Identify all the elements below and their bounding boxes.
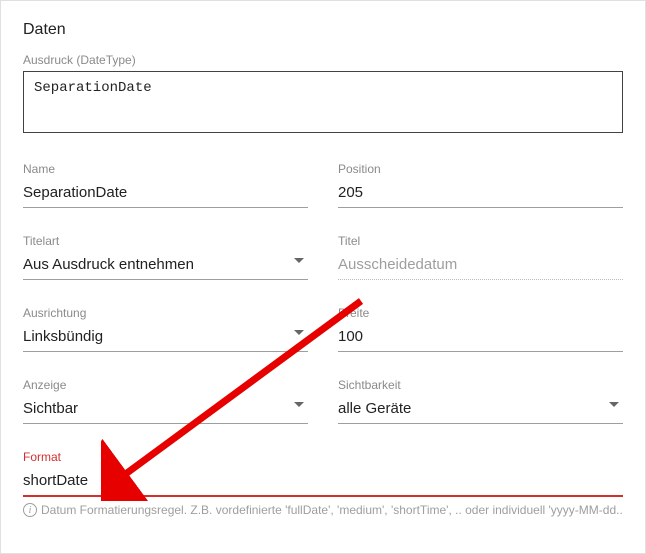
- expression-input[interactable]: [23, 71, 623, 133]
- breite-label: Breite: [338, 306, 623, 320]
- chevron-down-icon: [609, 402, 619, 407]
- format-input[interactable]: [23, 468, 623, 497]
- titel-input: [338, 252, 623, 280]
- ausrichtung-label: Ausrichtung: [23, 306, 308, 320]
- format-helper: i Datum Formatierungsregel. Z.B. vordefi…: [23, 503, 623, 517]
- anzeige-value: Sichtbar: [23, 396, 308, 424]
- titel-label: Titel: [338, 234, 623, 248]
- name-label: Name: [23, 162, 308, 176]
- sichtbarkeit-value: alle Geräte: [338, 396, 623, 424]
- name-input[interactable]: [23, 180, 308, 208]
- position-label: Position: [338, 162, 623, 176]
- chevron-down-icon: [294, 402, 304, 407]
- position-input[interactable]: [338, 180, 623, 208]
- sichtbarkeit-label: Sichtbarkeit: [338, 378, 623, 392]
- anzeige-select[interactable]: Sichtbar: [23, 396, 308, 424]
- sichtbarkeit-select[interactable]: alle Geräte: [338, 396, 623, 424]
- titleart-value: Aus Ausdruck entnehmen: [23, 252, 308, 280]
- expression-group: Ausdruck (DateType): [23, 53, 623, 138]
- chevron-down-icon: [294, 258, 304, 263]
- format-helper-text: Datum Formatierungsregel. Z.B. vordefini…: [41, 503, 623, 517]
- data-panel: Daten Ausdruck (DateType) Name Position …: [0, 0, 646, 554]
- titleart-select[interactable]: Aus Ausdruck entnehmen: [23, 252, 308, 280]
- format-label: Format: [23, 450, 623, 464]
- breite-input[interactable]: [338, 324, 623, 352]
- chevron-down-icon: [294, 330, 304, 335]
- anzeige-label: Anzeige: [23, 378, 308, 392]
- ausrichtung-value: Linksbündig: [23, 324, 308, 352]
- info-icon: i: [23, 503, 37, 517]
- ausrichtung-select[interactable]: Linksbündig: [23, 324, 308, 352]
- format-group: Format i Datum Formatierungsregel. Z.B. …: [23, 450, 623, 517]
- titleart-label: Titelart: [23, 234, 308, 248]
- expression-label: Ausdruck (DateType): [23, 53, 623, 67]
- section-title: Daten: [23, 21, 623, 39]
